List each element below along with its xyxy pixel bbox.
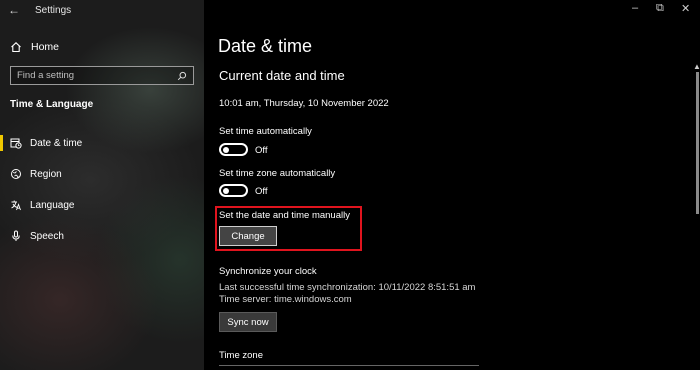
- toggle-knob: [223, 187, 229, 194]
- language-icon: [10, 199, 22, 211]
- sidebar-item-label: Region: [30, 168, 62, 180]
- maximize-button[interactable]: ⧉: [656, 2, 664, 15]
- set-tz-auto-state: Off: [255, 186, 268, 197]
- change-button[interactable]: Change: [219, 226, 277, 246]
- home-icon: [10, 41, 22, 53]
- time-zone-title: Time zone: [219, 350, 263, 361]
- nav-home[interactable]: Home: [10, 39, 59, 55]
- calendar-clock-icon: [10, 137, 22, 149]
- set-tz-auto-label: Set time zone automatically: [219, 168, 336, 179]
- sidebar-item-region[interactable]: Region: [0, 164, 204, 184]
- scrollbar-thumb[interactable]: [696, 72, 699, 214]
- back-button[interactable]: ←: [8, 3, 20, 17]
- sidebar-item-speech[interactable]: Speech: [0, 226, 204, 246]
- selection-indicator: [0, 135, 3, 151]
- sidebar-item-label: Date & time: [30, 137, 83, 149]
- manual-datetime-label: Set the date and time manually: [219, 210, 350, 221]
- set-time-auto-toggle[interactable]: [219, 143, 248, 156]
- nav-home-label: Home: [31, 41, 60, 53]
- sidebar-item-date-time[interactable]: Date & time: [0, 133, 204, 153]
- set-time-auto-label: Set time automatically: [219, 126, 312, 137]
- minimize-button[interactable]: –: [632, 2, 638, 14]
- sync-now-button[interactable]: Sync now: [219, 312, 277, 332]
- toggle-knob: [223, 146, 229, 153]
- main-content: Date & time Current date and time 10:01 …: [204, 0, 700, 370]
- set-tz-auto-toggle[interactable]: [219, 184, 248, 197]
- scroll-up-icon[interactable]: ▲: [693, 62, 700, 71]
- time-zone-dropdown[interactable]: [219, 365, 479, 370]
- globe-icon: [10, 168, 22, 180]
- microphone-icon: [10, 230, 22, 242]
- sidebar-item-language[interactable]: Language: [0, 195, 204, 215]
- page-title: Date & time: [218, 36, 313, 56]
- search-icon[interactable]: [177, 71, 187, 81]
- sync-title: Synchronize your clock: [219, 266, 317, 277]
- search-box[interactable]: [10, 66, 194, 85]
- sidebar-item-label: Speech: [30, 230, 64, 242]
- time-server-text: Time server: time.windows.com: [219, 294, 352, 305]
- sidebar-item-label: Language: [30, 199, 75, 211]
- nav-section-title: Time & Language: [10, 99, 94, 110]
- close-button[interactable]: ✕: [681, 2, 690, 15]
- search-input[interactable]: [17, 70, 177, 81]
- navigation-pane: ← Settings Home Time & Language Date & t…: [0, 0, 204, 370]
- section-title: Current date and time: [219, 68, 345, 83]
- set-time-auto-state: Off: [255, 145, 268, 156]
- last-sync-text: Last successful time synchronization: 10…: [219, 282, 476, 293]
- current-datetime: 10:01 am, Thursday, 10 November 2022: [219, 98, 389, 109]
- app-title: Settings: [35, 5, 72, 16]
